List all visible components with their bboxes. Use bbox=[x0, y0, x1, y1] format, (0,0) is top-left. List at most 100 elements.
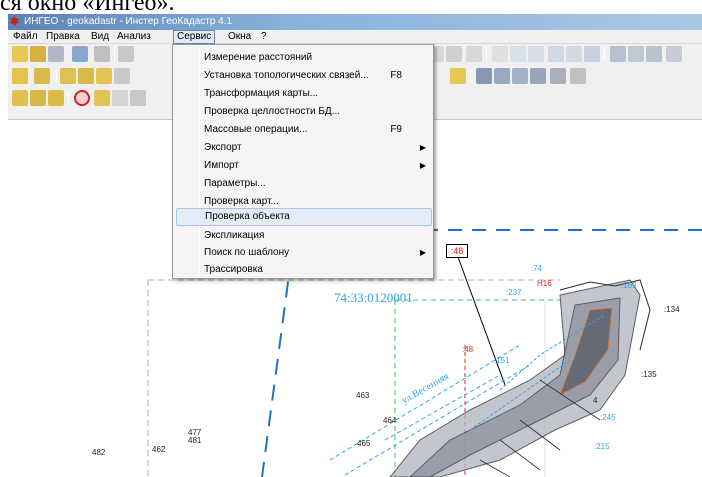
attributes-icon[interactable] bbox=[114, 68, 130, 84]
parcel-label: 482 bbox=[92, 448, 106, 457]
selected-object-label[interactable]: :48 bbox=[446, 244, 468, 258]
menu-item-label: Установка топологических связей... bbox=[204, 70, 369, 81]
menu-item-template-search[interactable]: Поиск по шаблону ▶ bbox=[176, 244, 432, 262]
menu-item-label: Импорт bbox=[204, 160, 239, 171]
menu-item-label: Экспликация bbox=[204, 230, 265, 241]
toolbar-separator bbox=[114, 47, 115, 61]
layer-tool-6-icon[interactable] bbox=[570, 68, 586, 84]
delete-icon[interactable] bbox=[74, 90, 90, 106]
menu-item-export[interactable]: Экспорт ▶ bbox=[176, 139, 432, 157]
menu-windows[interactable]: Окна bbox=[225, 30, 254, 44]
tool-a-icon[interactable] bbox=[610, 46, 626, 62]
layer-tool-5-icon[interactable] bbox=[550, 68, 566, 84]
layer-tool-3-icon[interactable] bbox=[512, 68, 528, 84]
add-point-icon[interactable] bbox=[34, 68, 50, 84]
menu-item-transform-map[interactable]: Трансформация карты... bbox=[176, 85, 432, 103]
edit-object-icon[interactable] bbox=[60, 68, 76, 84]
parcel-label: 465 bbox=[357, 439, 371, 448]
measure-icon[interactable] bbox=[94, 90, 110, 106]
parcel-label: 481 bbox=[188, 436, 202, 445]
menu-analysis[interactable]: Анализ bbox=[114, 30, 154, 44]
menubar: Файл Правка Вид Анализ Сервис Окна ? bbox=[8, 30, 702, 44]
menu-help[interactable]: ? bbox=[258, 30, 270, 44]
menu-item-measure-distance[interactable]: Измерение расстояний bbox=[176, 49, 432, 67]
copy-object-icon[interactable] bbox=[96, 68, 112, 84]
ingeo-logo-icon: ✱ bbox=[10, 16, 20, 28]
menu-item-label: Массовые операции... bbox=[204, 124, 308, 135]
print-icon[interactable] bbox=[94, 46, 110, 62]
layer-icon[interactable] bbox=[48, 46, 64, 62]
edit-contour-icon[interactable] bbox=[78, 68, 94, 84]
menu-item-label: Параметры... bbox=[204, 178, 266, 189]
add-tool-icon[interactable] bbox=[450, 68, 466, 84]
check-icon[interactable] bbox=[112, 90, 128, 106]
add-object-icon[interactable] bbox=[12, 68, 28, 84]
parcel-label: :151 bbox=[494, 356, 510, 365]
submenu-arrow-icon: ▶ bbox=[419, 161, 426, 170]
menu-item-parameters[interactable]: Параметры... bbox=[176, 175, 432, 193]
parcel-label: :215 bbox=[594, 442, 610, 451]
layer-tool-1-icon[interactable] bbox=[476, 68, 492, 84]
layer-tool-2-icon[interactable] bbox=[494, 68, 510, 84]
select-arrow-icon[interactable] bbox=[492, 46, 508, 62]
select-node-icon[interactable] bbox=[566, 46, 582, 62]
select-edit-icon[interactable] bbox=[584, 46, 600, 62]
table-icon[interactable] bbox=[446, 46, 462, 62]
zoom-icon[interactable] bbox=[72, 46, 88, 62]
parcel-label: 464 bbox=[383, 416, 397, 425]
menu-file[interactable]: Файл bbox=[10, 30, 41, 44]
view-icon[interactable] bbox=[118, 46, 134, 62]
menu-item-set-topology[interactable]: Установка топологических связей... F8 bbox=[176, 67, 432, 85]
parcel-label: :135 bbox=[641, 370, 657, 379]
toolbar-separator bbox=[486, 47, 487, 61]
menu-edit[interactable]: Правка bbox=[43, 30, 83, 44]
menu-item-label: Трансформация карты... bbox=[204, 88, 319, 99]
menu-item-label: Поиск по шаблону bbox=[204, 247, 290, 258]
menu-item-label: Проверка целлостности БД... bbox=[204, 106, 341, 117]
submenu-arrow-icon: ▶ bbox=[419, 248, 426, 257]
parcel-label: :48 bbox=[462, 345, 474, 354]
menu-item-check-object[interactable]: Проверка объекта bbox=[176, 208, 432, 226]
menu-item-mass-operations[interactable]: Массовые операции... F9 bbox=[176, 121, 432, 139]
menu-service[interactable]: Сервис bbox=[173, 30, 216, 44]
tool-c-icon[interactable] bbox=[646, 46, 662, 62]
select-rect-icon[interactable] bbox=[528, 46, 544, 62]
parcel-label: :74 bbox=[531, 264, 543, 273]
frame-icon[interactable] bbox=[466, 46, 482, 62]
menu-view[interactable]: Вид bbox=[88, 30, 112, 44]
zoom-extent-icon[interactable] bbox=[130, 90, 146, 106]
parcel-label: :245 bbox=[600, 413, 616, 422]
menu-item-label: Трассировка bbox=[204, 264, 263, 275]
toolbar-separator bbox=[68, 91, 69, 105]
select-zoom-icon[interactable] bbox=[548, 46, 564, 62]
parcel-label: :169 bbox=[621, 281, 637, 290]
toolbar-separator bbox=[604, 47, 605, 61]
parcel-label: :134 bbox=[664, 305, 680, 314]
select-move-icon[interactable] bbox=[510, 46, 526, 62]
parcel-label: 463 bbox=[356, 391, 370, 400]
tool-d-icon[interactable] bbox=[666, 46, 682, 62]
layer-tool-4-icon[interactable] bbox=[530, 68, 546, 84]
parcel-label: Н16 bbox=[537, 279, 552, 288]
menu-item-import[interactable]: Импорт ▶ bbox=[176, 157, 432, 175]
cadastral-number-label: 74:33:0120001 bbox=[334, 290, 413, 305]
menu-item-shortcut: F9 bbox=[390, 124, 402, 135]
tool-b-icon[interactable] bbox=[628, 46, 644, 62]
window-titlebar[interactable]: ✱ ИНГЕО - geokadastr - Инстер ГеоКадастр… bbox=[8, 14, 702, 30]
menu-item-explication[interactable]: Экспликация bbox=[176, 227, 432, 245]
parcel-label: :237 bbox=[506, 288, 522, 297]
service-dropdown-menu: Измерение расстояний Установка топологич… bbox=[172, 44, 434, 279]
submenu-arrow-icon: ▶ bbox=[419, 143, 426, 152]
menu-item-check-db[interactable]: Проверка целлостности БД... bbox=[176, 103, 432, 121]
topology-1-icon[interactable] bbox=[12, 90, 28, 106]
parcel-label: 4 bbox=[593, 396, 598, 405]
menu-item-tracing[interactable]: Трассировка bbox=[176, 261, 432, 279]
menu-item-shortcut: F8 bbox=[390, 70, 402, 81]
new-map-icon[interactable] bbox=[12, 46, 28, 62]
topology-3-icon[interactable] bbox=[48, 90, 64, 106]
open-map-icon[interactable] bbox=[30, 46, 46, 62]
parcel-label: 462 bbox=[152, 445, 166, 454]
menu-item-label: Измерение расстояний bbox=[204, 52, 313, 63]
topology-2-icon[interactable] bbox=[30, 90, 46, 106]
toolbar-separator bbox=[56, 69, 57, 83]
